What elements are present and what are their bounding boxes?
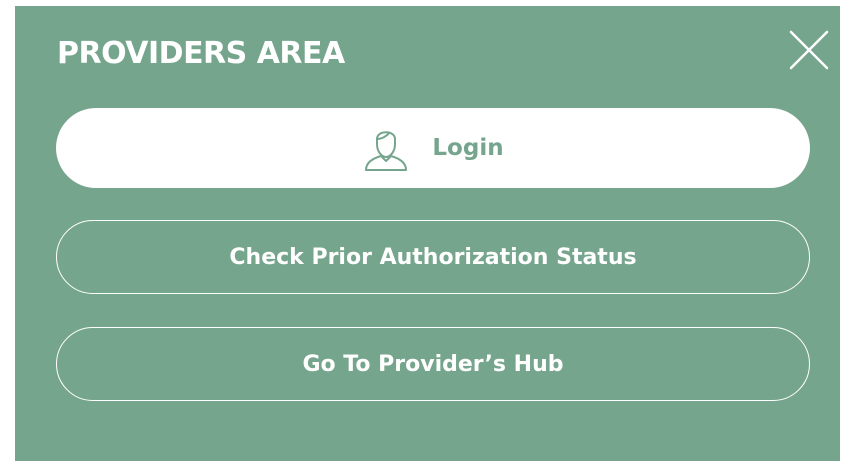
login-button[interactable]: Login — [56, 108, 810, 188]
close-button[interactable] — [789, 30, 829, 70]
close-icon — [789, 30, 829, 70]
login-label: Login — [432, 135, 504, 161]
check-prior-authorization-label: Check Prior Authorization Status — [229, 244, 637, 270]
check-prior-authorization-button[interactable]: Check Prior Authorization Status — [56, 220, 810, 294]
user-icon — [362, 124, 410, 172]
providers-hub-label: Go To Provider’s Hub — [302, 351, 564, 377]
providers-area-panel: PROVIDERS AREA Login Check Prior Authori… — [15, 6, 840, 461]
providers-hub-button[interactable]: Go To Provider’s Hub — [56, 327, 810, 401]
panel-title: PROVIDERS AREA — [57, 36, 345, 71]
